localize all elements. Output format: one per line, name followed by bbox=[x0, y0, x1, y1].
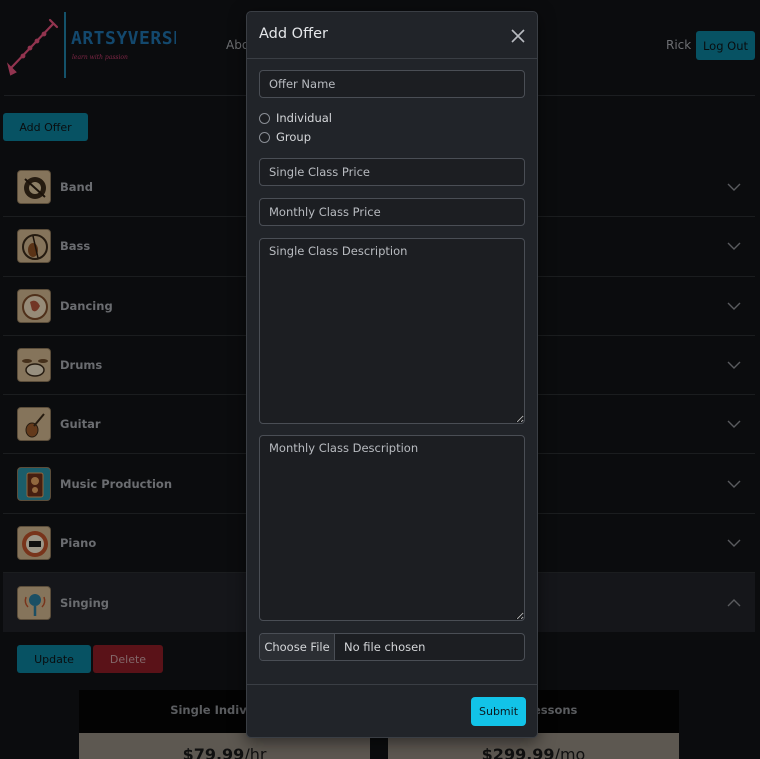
radio-group[interactable]: Group bbox=[259, 130, 311, 144]
radio-circle[interactable] bbox=[259, 131, 270, 143]
monthly-class-price-input[interactable] bbox=[259, 198, 525, 226]
submit-button[interactable]: Submit bbox=[471, 697, 526, 726]
modal-title: Add Offer bbox=[259, 26, 328, 42]
modal-footer-divider bbox=[247, 684, 537, 685]
add-offer-modal: Add Offer Individual Group Choose File N… bbox=[246, 11, 538, 738]
radio-circle[interactable] bbox=[259, 112, 270, 124]
modal-header-divider bbox=[247, 58, 537, 59]
offer-name-input[interactable] bbox=[259, 70, 525, 98]
file-status-text: No file chosen bbox=[344, 640, 426, 654]
radio-label: Group bbox=[276, 130, 312, 144]
single-class-price-input[interactable] bbox=[259, 158, 525, 186]
radio-individual[interactable]: Individual bbox=[259, 111, 332, 125]
close-icon[interactable] bbox=[511, 29, 525, 43]
radio-label: Individual bbox=[276, 111, 333, 125]
single-class-description-textarea[interactable] bbox=[259, 238, 525, 424]
file-upload[interactable]: Choose File No file chosen bbox=[259, 633, 525, 661]
monthly-class-description-textarea[interactable] bbox=[259, 435, 525, 621]
choose-file-button[interactable]: Choose File bbox=[260, 634, 335, 660]
